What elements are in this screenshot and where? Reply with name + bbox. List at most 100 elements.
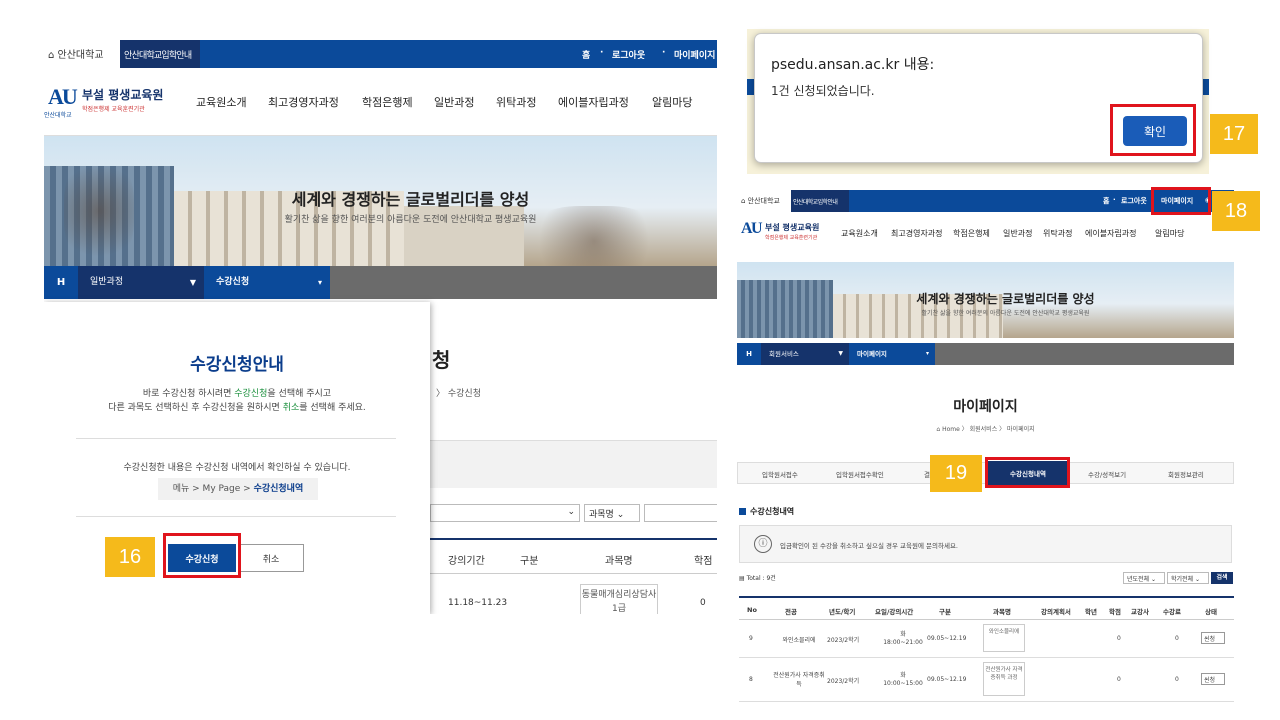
hero-banner: 세계와 경쟁하는 글로벌리더를 양성 활기찬 삶을 향한 여러분의 아름다운 도… [737, 262, 1234, 338]
location-home-button[interactable]: H [44, 266, 78, 299]
menu-item-intro[interactable]: 교육원소개 [196, 94, 247, 110]
location-home-button[interactable]: H [737, 343, 761, 365]
logo-title[interactable]: 부설 평생교육원 [765, 222, 819, 233]
search-button[interactable]: 검색 [1211, 572, 1233, 584]
chevron-down-icon: ⌄ [1151, 576, 1157, 583]
highlight-apply: 수강신청 [234, 389, 268, 399]
location-depth1-dropdown[interactable]: 회원서비스 ▼ [761, 343, 849, 365]
major-cell: 와인소믈리에 [782, 637, 816, 644]
info-box [430, 440, 717, 488]
column-header: 과목명 [605, 556, 633, 567]
category-select[interactable]: ⌄ [430, 504, 580, 522]
menu-item-notice[interactable]: 알림마당 [1155, 228, 1184, 239]
square-bullet-icon [739, 508, 746, 515]
table-row: 8 전산원가사 자격증취득 2023/2학기 화 10:00~15:00 09.… [739, 658, 1234, 702]
course-name-cell[interactable]: 전산원가사 자격증취득 과정 [983, 662, 1025, 696]
table-row: 9 와인소믈리에 2023/2학기 화 18:00~21:00 09.05~12… [739, 620, 1234, 658]
hero-subtitle: 활기찬 삶을 향한 여러분의 아름다운 도전에 안산대학교 평생교육원 [284, 215, 537, 225]
logout-link[interactable]: 로그아웃 [1121, 196, 1147, 206]
depth2-label: 마이페이지 [857, 350, 887, 358]
logo-sub-text: 안산대학교 [44, 112, 72, 119]
logo-title[interactable]: 부설 평생교육원 [82, 86, 163, 103]
total-count: ▤ Total : 9건 [739, 573, 776, 582]
column-header: 학년 [1085, 608, 1097, 616]
tree-image [64, 156, 134, 266]
tab-grades[interactable]: 수강/성적보기 [1088, 469, 1126, 479]
term-select[interactable]: 학기전체 ⌄ [1167, 572, 1209, 584]
table-header: No 전공 년도/학기 요일/강의시간 구분 과목명 강의계획서 학년 학점 교… [739, 596, 1234, 620]
logo-subtitle: 학점은행제 교육훈련기관 [765, 235, 818, 241]
path-target: 수강신청내역 [253, 484, 304, 494]
location-bar: H 일반과정 ▼ 수강신청 ▾ [44, 266, 717, 299]
column-header: 상태 [1205, 608, 1217, 616]
divider [76, 516, 396, 517]
tab-application-check[interactable]: 입학원서접수확인 [836, 469, 884, 479]
left-screenshot-panel: ⌂ 안산대학교 안산대학교입학안내 홈 · 로그아웃 · 마이페이지 AU 안산… [44, 38, 717, 614]
step-badge-19: 19 [930, 455, 982, 492]
admission-tab[interactable]: 안산대학교입학안내 [791, 190, 849, 212]
location-depth1-dropdown[interactable]: 일반과정 ▼ [78, 266, 204, 299]
au-logo[interactable]: AU [741, 220, 763, 238]
menu-item-ceo[interactable]: 최고경영자과정 [268, 94, 339, 110]
menu-item-general[interactable]: 일반과정 [434, 94, 474, 110]
right-screenshot-panel: ⌂ 안산대학교 안산대학교입학안내 홈 · 로그아웃 · 마이페이지 ◉ AU … [737, 186, 1234, 706]
menu-path-box: 메뉴 > My Page > 수강신청내역 [158, 478, 318, 500]
modal-line-1: 바로 수강신청 하시려면 수강신청을 선택해 주시고 [44, 386, 430, 399]
status-select[interactable]: 신청 ⌄ [1201, 632, 1225, 644]
university-label: 안산대학교 [747, 197, 780, 205]
alert-origin: psedu.ansan.ac.kr 내용: [771, 57, 935, 73]
hero-subtitle: 활기찬 삶을 향한 여러분의 아름다운 도전에 안산대학교 평생교육원 [921, 310, 1090, 317]
admission-tab[interactable]: 안산대학교입학안내 [120, 40, 200, 68]
year-select[interactable]: 년도전체 ⌄ [1123, 572, 1165, 584]
search-field-select[interactable]: 과목명 ⌄ [584, 504, 640, 522]
page-title: 마이페이지 [953, 399, 1018, 415]
text: 바로 수강신청 하시려면 [142, 389, 235, 399]
menu-item-notice[interactable]: 알림마당 [652, 94, 692, 110]
search-input[interactable] [644, 504, 717, 522]
credit-cell: 0 [700, 598, 706, 608]
utility-nav: 홈 · 로그아웃 · 마이페이지 [200, 40, 717, 68]
cancel-button[interactable]: 취소 [238, 544, 304, 572]
tab-member-info[interactable]: 회원정보관리 [1168, 469, 1204, 479]
caret-down-icon: ▼ [838, 350, 843, 357]
location-depth2-dropdown[interactable]: 마이페이지 ▾ [849, 343, 935, 365]
logout-link[interactable]: 로그아웃 [612, 48, 645, 61]
menu-item-credit-bank[interactable]: 학점은행제 [362, 94, 413, 110]
menu-item-general[interactable]: 일반과정 [1003, 228, 1032, 239]
menu-item-intro[interactable]: 교육원소개 [841, 228, 878, 239]
period-cell: 11.18~11.23 [448, 598, 508, 608]
step-badge-17: 17 [1210, 114, 1258, 154]
column-header: 구분 [939, 608, 951, 616]
logo-subtitle: 학점은행제 교육훈련기관 [82, 106, 145, 113]
course-name-cell[interactable]: 와인소믈리에 [983, 624, 1025, 652]
home-link[interactable]: 홈 [582, 48, 590, 61]
menu-item-credit-bank[interactable]: 학점은행제 [953, 228, 990, 239]
breadcrumb-current: 수강신청 [447, 389, 481, 399]
highlight-box-mypage [1151, 187, 1211, 215]
site-header: AU 안산대학교 부설 평생교육원 학점은행제 교육훈련기관 교육원소개 최고경… [44, 68, 717, 136]
column-header: No [747, 606, 757, 614]
home-link[interactable]: 홈 [1103, 196, 1109, 206]
university-home-link[interactable]: ⌂ 안산대학교 [741, 196, 780, 206]
menu-item-able[interactable]: 에이블자립과정 [1085, 228, 1137, 239]
column-header: 수강료 [1163, 608, 1181, 616]
menu-item-ceo[interactable]: 최고경영자과정 [891, 228, 943, 239]
location-depth2-dropdown[interactable]: 수강신청 ▾ [204, 266, 330, 299]
credit-cell: 0 [1117, 635, 1121, 642]
list-icon: ▤ [739, 575, 745, 582]
menu-item-able[interactable]: 에이블자립과정 [558, 94, 629, 110]
table-header: 강의기간 구분 과목명 학점 [430, 538, 717, 574]
column-header: 과목명 [993, 608, 1011, 616]
highlight-box-apply [163, 533, 241, 578]
mypage-link[interactable]: 마이페이지 [674, 48, 715, 61]
column-header: 학점 [694, 556, 713, 567]
chevron-down-icon: ⌄ [1204, 675, 1210, 682]
au-logo[interactable]: AU [48, 84, 78, 110]
menu-item-consign[interactable]: 위탁과정 [496, 94, 536, 110]
tab-application[interactable]: 입학원서접수 [762, 469, 798, 479]
status-select[interactable]: 신청 ⌄ [1201, 673, 1225, 685]
course-name-cell[interactable]: 동물매개심리상담사1급 [580, 584, 658, 614]
university-home-link[interactable]: ⌂ 안산대학교 [48, 46, 104, 61]
notice-box: ⓘ 입금확인이 된 수강을 취소하고 싶으실 경우 교육원에 문의하세요. [739, 525, 1232, 563]
menu-item-consign[interactable]: 위탁과정 [1043, 228, 1072, 239]
